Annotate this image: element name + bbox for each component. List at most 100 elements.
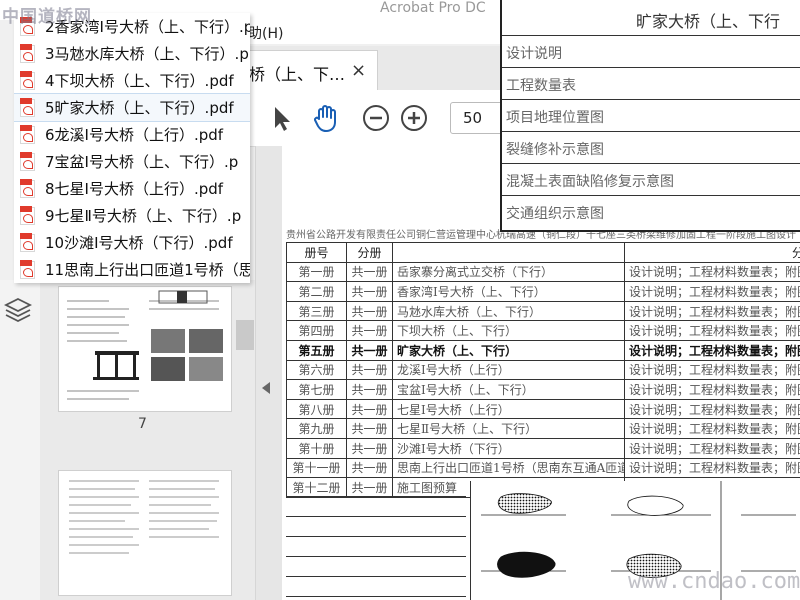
collapse-panel-bar[interactable] [255, 146, 282, 600]
file-list-item[interactable]: 7宝盆Ⅰ号大桥（上、下行）.p [14, 148, 250, 175]
zoom-level-value: 50 [463, 109, 483, 127]
hand-tool-icon[interactable] [310, 102, 342, 134]
table-cell: 宝盆Ⅰ号大桥（上、下行） [392, 379, 625, 400]
table-row: 第十册 共一册 沙滩Ⅰ号大桥（下行） 设计说明；工程材料数量表；附图 [286, 437, 800, 459]
file-list: 2香家湾Ⅰ号大桥（上、下行）.pdf 3马沊水库大桥（上、下行）.p 4下坝大桥（上… [14, 13, 250, 283]
file-list-item[interactable]: 5旷家大桥（上、下行）.pdf [14, 93, 250, 122]
table-cell: 设计说明；工程材料数量表；附图 [624, 300, 800, 322]
table-cell: 第十二册 [286, 477, 347, 498]
table-cell: 七星Ⅱ号大桥（上、下行） [392, 418, 625, 439]
file-name: 3马沊水库大桥（上、下行）.p [45, 45, 249, 63]
column-header [392, 242, 625, 263]
document-tab[interactable]: 桥（上、下… × [248, 50, 378, 91]
document-tab-label: 桥（上、下… [249, 65, 346, 84]
table-cell: 香家湾Ⅰ号大桥（上、下行） [392, 281, 625, 302]
bookmark-label: 混凝土表面缺陷修复示意图 [506, 174, 674, 190]
close-tab-icon[interactable]: × [351, 60, 366, 81]
table-cell: 第四册 [286, 320, 347, 341]
table-cell: 第三册 [286, 300, 347, 322]
table-cell: 共一册 [346, 437, 393, 459]
table-row: 第八册 共一册 七星Ⅰ号大桥（上行） 设计说明；工程材料数量表；附图 [286, 398, 800, 420]
pdf-file-icon [20, 233, 35, 252]
pdf-file-icon [20, 179, 35, 198]
tab-bar: 桥（上、下… × [248, 46, 508, 91]
bookmark-item[interactable]: 裂缝修补示意图 [502, 131, 800, 164]
bookmark-item[interactable]: 项目地理位置图 [502, 99, 800, 132]
table-cell: 旷家大桥（上、下行） [392, 339, 625, 361]
bookmark-item[interactable]: 设计说明 [502, 35, 800, 68]
thumbnail-scrollbar[interactable] [236, 320, 254, 350]
layers-icon[interactable] [3, 296, 33, 324]
table-cell: 岳家寨分离式立交桥（下行） [392, 261, 625, 283]
pdf-file-icon [20, 260, 35, 279]
table-cell: 共一册 [346, 320, 393, 341]
acrobat-window: Acrobat Pro DC 助(H) 桥（上、下… × 50 7 贵州省公路开… [0, 0, 800, 600]
bookmark-item[interactable]: 工程数量表 [502, 67, 800, 100]
bookmark-item[interactable]: 交通组织示意图 [502, 195, 800, 228]
table-cell: 设计说明；工程材料数量表；附图 [624, 339, 800, 361]
bookmark-label: 工程数量表 [506, 78, 576, 94]
pdf-file-icon [20, 71, 35, 90]
bookmark-label: 交通组织示意图 [506, 206, 604, 222]
pdf-file-icon [20, 44, 35, 63]
table-cell: 设计说明；工程材料数量表；附图 [624, 320, 800, 341]
file-list-item[interactable]: 4下坝大桥（上、下行）.pdf [14, 67, 250, 94]
menu-bar: 助(H) [248, 20, 508, 44]
bookmark-title: 旷家大桥（上、下行 [636, 12, 781, 31]
table-cell: 设计说明；工程材料数量表；附图 [624, 281, 800, 302]
file-list-item[interactable]: 3马沊水库大桥（上、下行）.p [14, 40, 250, 67]
bookmark-label: 裂缝修补示意图 [506, 142, 604, 158]
file-name: 5旷家大桥（上、下行）.pdf [45, 99, 234, 117]
table-cell: 共一册 [346, 379, 393, 400]
page-thumbnail-7[interactable] [58, 286, 232, 412]
file-list-item[interactable]: 11思南上行出口匝道1号桥（思 [14, 256, 250, 283]
collapse-left-icon[interactable] [262, 382, 270, 394]
table-cell: 共一册 [346, 398, 393, 420]
file-list-item[interactable]: 6龙溪Ⅰ号大桥（上行）.pdf [14, 121, 250, 148]
menu-help[interactable]: 助(H) [248, 23, 283, 43]
table-cell: 设计说明；工程材料数量表；附图 [624, 379, 800, 400]
page-thumbnails-panel: 7 [40, 280, 255, 600]
table-row: 第十一册共一册思南上行出口匝道1号桥（思南东互通A匝道桥）设计说明；工程材料数量… [286, 457, 800, 479]
table-header-row: 册号 分册 分 [286, 242, 800, 263]
file-list-item[interactable]: 10沙滩Ⅰ号大桥（下行）.pdf [14, 229, 250, 256]
page-thumbnail-8[interactable] [58, 470, 232, 596]
table-row: 第二册 共一册 香家湾Ⅰ号大桥（上、下行） 设计说明；工程材料数量表；附图 [286, 281, 800, 302]
pdf-file-icon [20, 152, 35, 171]
column-header: 册号 [286, 242, 347, 263]
table-row: 第五册 共一册 旷家大桥（上、下行） 设计说明；工程材料数量表；附图 [286, 339, 800, 361]
table-cell: 共一册 [346, 359, 393, 381]
table-cell: 设计说明；工程材料数量表；附图 [624, 359, 800, 381]
table-cell: 第十一册 [286, 457, 347, 479]
zoom-in-icon[interactable] [398, 102, 430, 134]
app-title: Acrobat Pro DC [380, 0, 486, 16]
table-cell: 马沊水库大桥（上、下行） [392, 300, 625, 322]
table-cell: 共一册 [346, 281, 393, 302]
bookmark-label: 设计说明 [506, 46, 562, 62]
file-name: 10沙滩Ⅰ号大桥（下行）.pdf [45, 234, 233, 252]
table-cell: 共一册 [346, 261, 393, 283]
bookmark-panel: 旷家大桥（上、下行 设计说明 工程数量表 项目地理位置图 裂缝修补示意图 混凝土… [500, 0, 800, 232]
table-cell: 设计说明；工程材料数量表；附图 [624, 418, 800, 439]
table-cell: 共一册 [346, 339, 393, 361]
select-arrow-icon[interactable] [266, 102, 298, 134]
pdf-file-icon [20, 125, 35, 144]
table-row: 第三册 共一册 马沊水库大桥（上、下行） 设计说明；工程材料数量表；附图 [286, 300, 800, 322]
table-cell: 共一册 [346, 457, 393, 479]
pdf-file-icon [20, 98, 35, 117]
watermark-top-left: 中国道桥网 [2, 7, 92, 27]
table-cell: 第二册 [286, 281, 347, 302]
table-cell: 共一册 [346, 477, 393, 498]
table-cell: 设计说明；工程材料数量表；附图 [624, 261, 800, 283]
table-row: 第九册 共一册 七星Ⅱ号大桥（上、下行） 设计说明；工程材料数量表；附图 [286, 418, 800, 439]
zoom-out-icon[interactable] [360, 102, 392, 134]
file-name: 4下坝大桥（上、下行）.pdf [45, 72, 234, 90]
table-row: 第六册 共一册 龙溪Ⅰ号大桥（上行） 设计说明；工程材料数量表；附图 [286, 359, 800, 381]
table-cell: 共一册 [346, 418, 393, 439]
table-cell: 设计说明；工程材料数量表；附图 [624, 457, 800, 479]
bookmark-label: 项目地理位置图 [506, 110, 604, 126]
file-list-item[interactable]: 9七星Ⅱ号大桥（上、下行）.p [14, 202, 250, 229]
file-list-item[interactable]: 8七星Ⅰ号大桥（上行）.pdf [14, 175, 250, 202]
left-rail [0, 280, 41, 600]
bookmark-item[interactable]: 混凝土表面缺陷修复示意图 [502, 163, 800, 196]
